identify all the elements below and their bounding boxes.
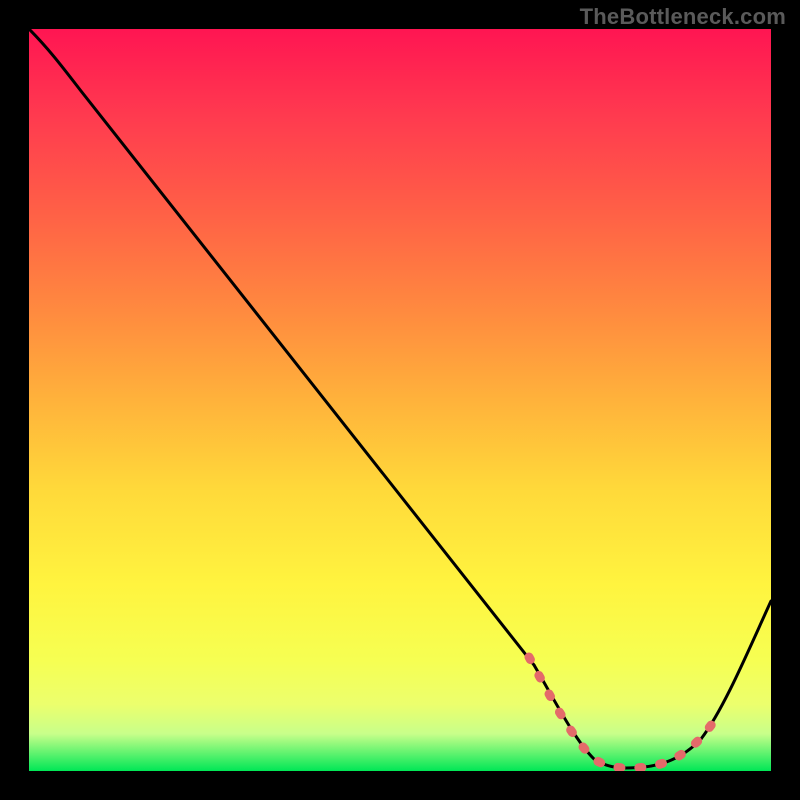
chart-frame: TheBottleneck.com bbox=[0, 0, 800, 800]
bottleneck-curve-svg bbox=[29, 29, 771, 771]
plot-area bbox=[29, 29, 771, 771]
curve-right-rise bbox=[701, 601, 771, 739]
watermark-text: TheBottleneck.com bbox=[580, 4, 786, 30]
curve-main-left bbox=[29, 29, 534, 665]
curve-highlight-dashed bbox=[529, 657, 719, 768]
